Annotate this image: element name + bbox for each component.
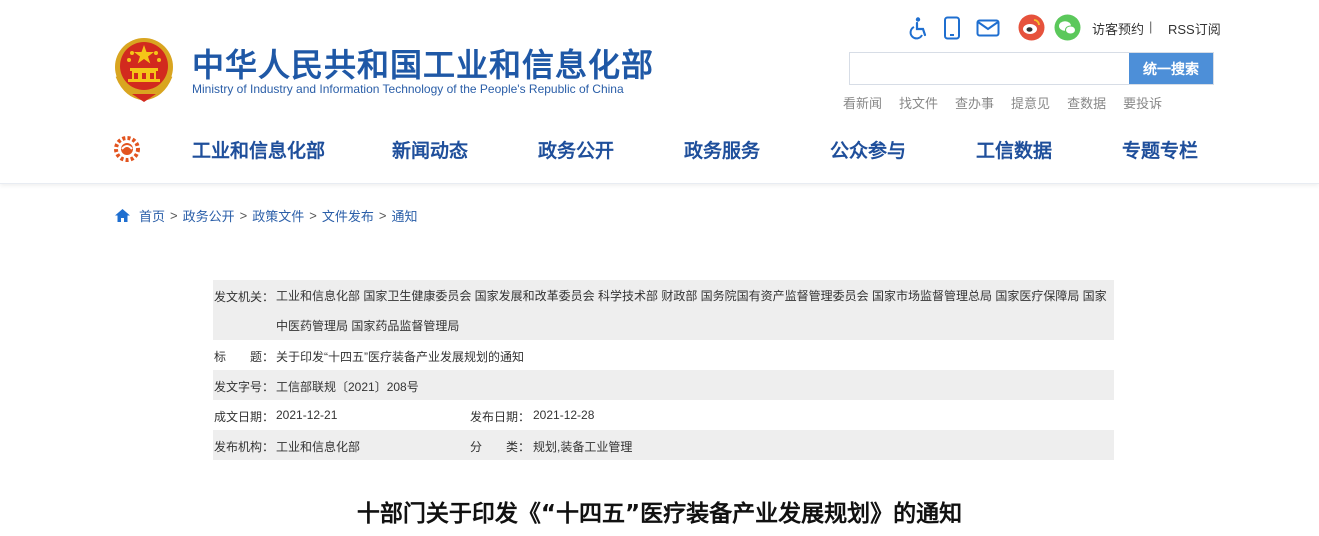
accessibility-icon[interactable] — [904, 14, 932, 42]
breadcrumb-home[interactable]: 首页 — [139, 206, 165, 225]
agency-label: 发布机构： — [214, 440, 275, 454]
rss-link[interactable]: RSS订阅 — [1168, 19, 1221, 38]
nav-item-ministry[interactable]: 工业和信息化部 — [192, 136, 325, 163]
nav-item-special-topics[interactable]: 专题专栏 — [1122, 136, 1198, 163]
issuer-label: 发文机关： — [214, 290, 275, 304]
visit-appointment-link[interactable]: 访客预约 — [1092, 19, 1144, 38]
quick-link-feedback[interactable]: 提意见 — [1011, 93, 1050, 112]
breadcrumb-separator: > — [378, 208, 387, 223]
published-date-label: 发布日期： — [470, 410, 531, 424]
docno-label: 发文字号： — [214, 380, 275, 394]
search-button[interactable]: 统一搜索 — [1129, 53, 1213, 84]
info-row-agency: 发布机构： 工业和信息化部 分 类： 规划,装备工业管理 — [213, 430, 1114, 460]
quick-link-data[interactable]: 查数据 — [1067, 93, 1106, 112]
nav-item-government-affairs[interactable]: 政务公开 — [538, 136, 614, 163]
document-title: 十部门关于印发《“十四五”医疗装备产业发展规划》的通知 — [356, 501, 963, 527]
info-row-docno: 发文字号： 工信部联规〔2021〕208号 — [213, 370, 1114, 400]
mail-icon[interactable] — [974, 14, 1002, 42]
written-date-label: 成文日期： — [214, 410, 275, 424]
national-emblem-icon — [115, 38, 173, 102]
quick-link-complaint[interactable]: 要投诉 — [1123, 93, 1162, 112]
nav-item-services[interactable]: 政务服务 — [684, 136, 760, 163]
breadcrumb-policy-files[interactable]: 政策文件 — [252, 206, 304, 225]
main-nav: 工业和信息化部 新闻动态 政务公开 政务服务 公众参与 工信数据 专题专栏 — [0, 130, 1319, 170]
breadcrumb-file-release[interactable]: 文件发布 — [322, 206, 374, 225]
search-box: 统一搜索 — [849, 52, 1214, 85]
nav-item-data[interactable]: 工信数据 — [976, 136, 1052, 163]
nav-item-news[interactable]: 新闻动态 — [392, 136, 468, 163]
info-row-issuer: 发文机关： 工业和信息化部 国家卫生健康委员会 国家发展和改革委员会 科学技术部… — [213, 280, 1114, 340]
site-header: 中华人民共和国工业和信息化部 Ministry of Industry and … — [0, 0, 1319, 184]
breadcrumb: 首页 > 政务公开 > 政策文件 > 文件发布 > 通知 — [114, 206, 417, 225]
published-date-value: 2021-12-28 — [533, 408, 595, 422]
search-input[interactable] — [850, 53, 1130, 84]
info-row-dates: 成文日期： 2021-12-21 发布日期： 2021-12-28 — [213, 400, 1114, 430]
category-label: 分 类： — [470, 440, 531, 454]
wechat-icon[interactable] — [1053, 13, 1081, 41]
mobile-icon[interactable] — [938, 14, 966, 42]
quick-links: 看新闻 找文件 查办事 提意见 查数据 要投诉 — [843, 93, 1179, 113]
home-icon[interactable] — [114, 208, 131, 223]
title-value: 关于印发“十四五”医疗装备产业发展规划的通知 — [276, 350, 524, 364]
nav-item-participation[interactable]: 公众参与 — [830, 136, 906, 163]
quick-link-news[interactable]: 看新闻 — [843, 93, 882, 112]
info-row-title: 标 题： 关于印发“十四五”医疗装备产业发展规划的通知 — [213, 340, 1114, 370]
breadcrumb-separator: > — [170, 208, 178, 223]
breadcrumb-separator: > — [239, 208, 248, 223]
quick-link-files[interactable]: 找文件 — [899, 93, 938, 112]
agency-value: 工业和信息化部 — [276, 440, 361, 454]
miit-logo-icon — [114, 136, 140, 162]
site-title: 中华人民共和国工业和信息化部 — [192, 46, 655, 84]
issuer-value: 工业和信息化部 国家卫生健康委员会 国家发展和改革委员会 科学技术部 财政部 国… — [276, 289, 1107, 333]
written-date-value: 2021-12-21 — [276, 408, 338, 422]
title-label: 标 题： — [214, 350, 275, 364]
top-separator: | — [1149, 19, 1153, 34]
category-value: 规划,装备工业管理 — [533, 440, 633, 454]
docno-value: 工信部联规〔2021〕208号 — [276, 380, 419, 394]
site-subtitle: Ministry of Industry and Information Tec… — [192, 82, 624, 96]
breadcrumb-government-affairs[interactable]: 政务公开 — [183, 206, 235, 225]
breadcrumb-separator: > — [309, 208, 317, 223]
quick-link-services[interactable]: 查办事 — [955, 93, 994, 112]
weibo-icon[interactable] — [1017, 13, 1045, 41]
breadcrumb-notice[interactable]: 通知 — [391, 206, 417, 225]
document-info-table: 发文机关： 工业和信息化部 国家卫生健康委员会 国家发展和改革委员会 科学技术部… — [213, 280, 1114, 460]
